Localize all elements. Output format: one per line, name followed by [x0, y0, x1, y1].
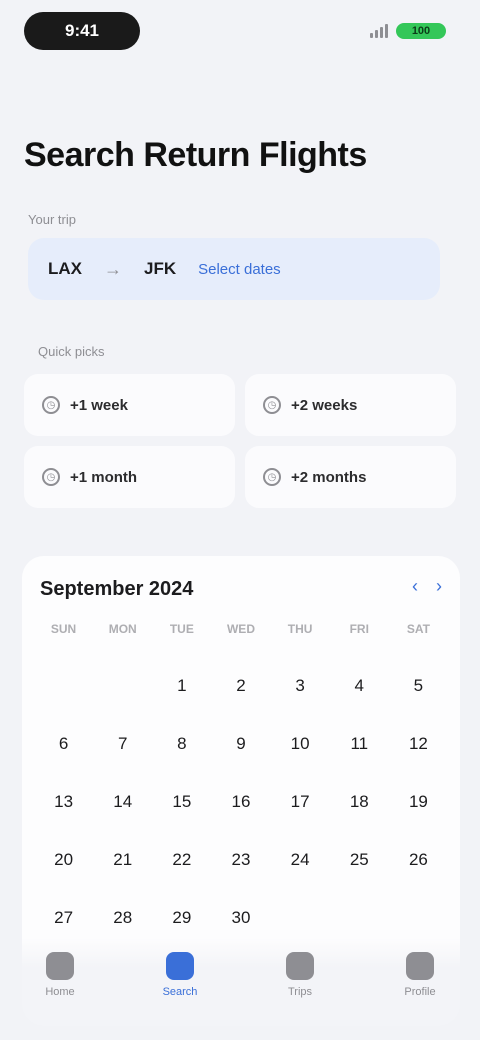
calendar-day[interactable]: 19: [389, 780, 448, 824]
calendar-day[interactable]: 21: [93, 838, 152, 882]
tab-label: Trips: [287, 986, 313, 998]
calendar-day[interactable]: 17: [271, 780, 330, 824]
route-dates[interactable]: Select dates: [198, 261, 281, 278]
quick-picks: Quick picks ◷ +1 week ◷ +2 weeks ◷ +1 mo…: [24, 330, 456, 520]
person-icon: [406, 952, 434, 980]
clock-icon: ◷: [263, 396, 281, 414]
quick-picks-grid: ◷ +1 week ◷ +2 weeks ◷ +1 month ◷ +2 mon…: [24, 374, 456, 508]
calendar-day[interactable]: 11: [330, 722, 389, 766]
weekday-label: SUN: [50, 622, 77, 636]
quick-pick-button[interactable]: ◷ +2 months: [245, 446, 456, 508]
calendar-days: 1 2 3 4 5 6 7 8 9 10 11 12 13 14 15 16 17 18 19 20 21 22 23 24 2…: [34, 664, 448, 940]
calendar-day[interactable]: 10: [271, 722, 330, 766]
tab-label: Home: [45, 986, 75, 998]
calendar-day[interactable]: 28: [93, 896, 152, 940]
chevron-right-icon[interactable]: ›: [436, 576, 442, 597]
calendar-day[interactable]: 9: [211, 722, 270, 766]
status-icons: 100: [370, 22, 446, 40]
calendar-day[interactable]: 24: [271, 838, 330, 882]
weekday-label: MON: [108, 622, 137, 636]
calendar-day[interactable]: 20: [34, 838, 93, 882]
route-origin: LAX: [48, 259, 82, 278]
route-card[interactable]: LAX → JFK Select dates: [28, 238, 440, 300]
tab-profile[interactable]: Profile: [360, 952, 480, 1040]
quick-pick-button[interactable]: ◷ +2 weeks: [245, 374, 456, 436]
suitcase-icon: [286, 952, 314, 980]
calendar-day[interactable]: 12: [389, 722, 448, 766]
quick-pick-label: +2 weeks: [291, 396, 358, 414]
calendar-day[interactable]: 23: [211, 838, 270, 882]
tab-home[interactable]: Home: [0, 952, 120, 1040]
weekday-label: THU: [287, 622, 313, 636]
calendar-weekdays: SUN MON TUE WED THU FRI SAT: [34, 622, 448, 636]
calendar-day[interactable]: 5: [389, 664, 448, 708]
chevron-left-icon[interactable]: ‹: [412, 576, 418, 597]
weekday-label: FRI: [349, 622, 369, 636]
weekday-label: SAT: [406, 622, 430, 636]
calendar-day[interactable]: 15: [152, 780, 211, 824]
page-title: Search Return Flights: [24, 136, 367, 174]
calendar-day[interactable]: 26: [389, 838, 448, 882]
calendar-day[interactable]: 25: [330, 838, 389, 882]
calendar-day[interactable]: 13: [34, 780, 93, 824]
clock-icon: ◷: [42, 468, 60, 486]
search-icon: [166, 952, 194, 980]
route-destination: JFK: [144, 259, 177, 278]
calendar-day[interactable]: 8: [152, 722, 211, 766]
signal-icon: [370, 24, 388, 38]
tab-search[interactable]: Search: [120, 952, 240, 1040]
calendar-day[interactable]: 2: [211, 664, 270, 708]
calendar-day[interactable]: 14: [93, 780, 152, 824]
status-time: 9:41: [24, 12, 140, 50]
calendar-day[interactable]: 27: [34, 896, 93, 940]
quick-pick-button[interactable]: ◷ +1 month: [24, 446, 235, 508]
calendar-day[interactable]: 29: [152, 896, 211, 940]
clock-icon: ◷: [263, 468, 281, 486]
route-caption: Your trip: [28, 212, 76, 227]
quick-pick-label: +1 month: [70, 468, 138, 486]
weekday-label: WED: [226, 622, 255, 636]
calendar-day[interactable]: 4: [330, 664, 389, 708]
arrow-right-icon: →: [104, 258, 122, 279]
quick-pick-label: +2 months: [291, 468, 367, 486]
quick-pick-button[interactable]: ◷ +1 week: [24, 374, 235, 436]
calendar-day[interactable]: 18: [330, 780, 389, 824]
calendar-day[interactable]: 1: [152, 664, 211, 708]
clock-icon: ◷: [42, 396, 60, 414]
quick-pick-label: +1 week: [70, 396, 128, 414]
calendar-day[interactable]: 7: [93, 722, 152, 766]
calendar-day[interactable]: 22: [152, 838, 211, 882]
tab-bar: Home Search Trips Profile: [0, 938, 480, 1040]
quick-picks-label: Quick picks: [38, 344, 105, 359]
calendar-day[interactable]: 16: [211, 780, 270, 824]
tab-label: Profile: [404, 986, 436, 998]
calendar-month-title: September 2024: [40, 578, 194, 600]
calendar-day[interactable]: 6: [34, 722, 93, 766]
home-icon: [46, 952, 74, 980]
tab-label: Search: [162, 986, 198, 998]
tab-trips[interactable]: Trips: [240, 952, 360, 1040]
calendar-day[interactable]: 3: [271, 664, 330, 708]
calendar-day[interactable]: 30: [211, 896, 270, 940]
battery-icon: 100: [396, 23, 446, 39]
weekday-label: TUE: [169, 622, 194, 636]
status-bar: 9:41 100: [0, 0, 480, 60]
calendar-nav: ‹ ›: [412, 576, 442, 597]
